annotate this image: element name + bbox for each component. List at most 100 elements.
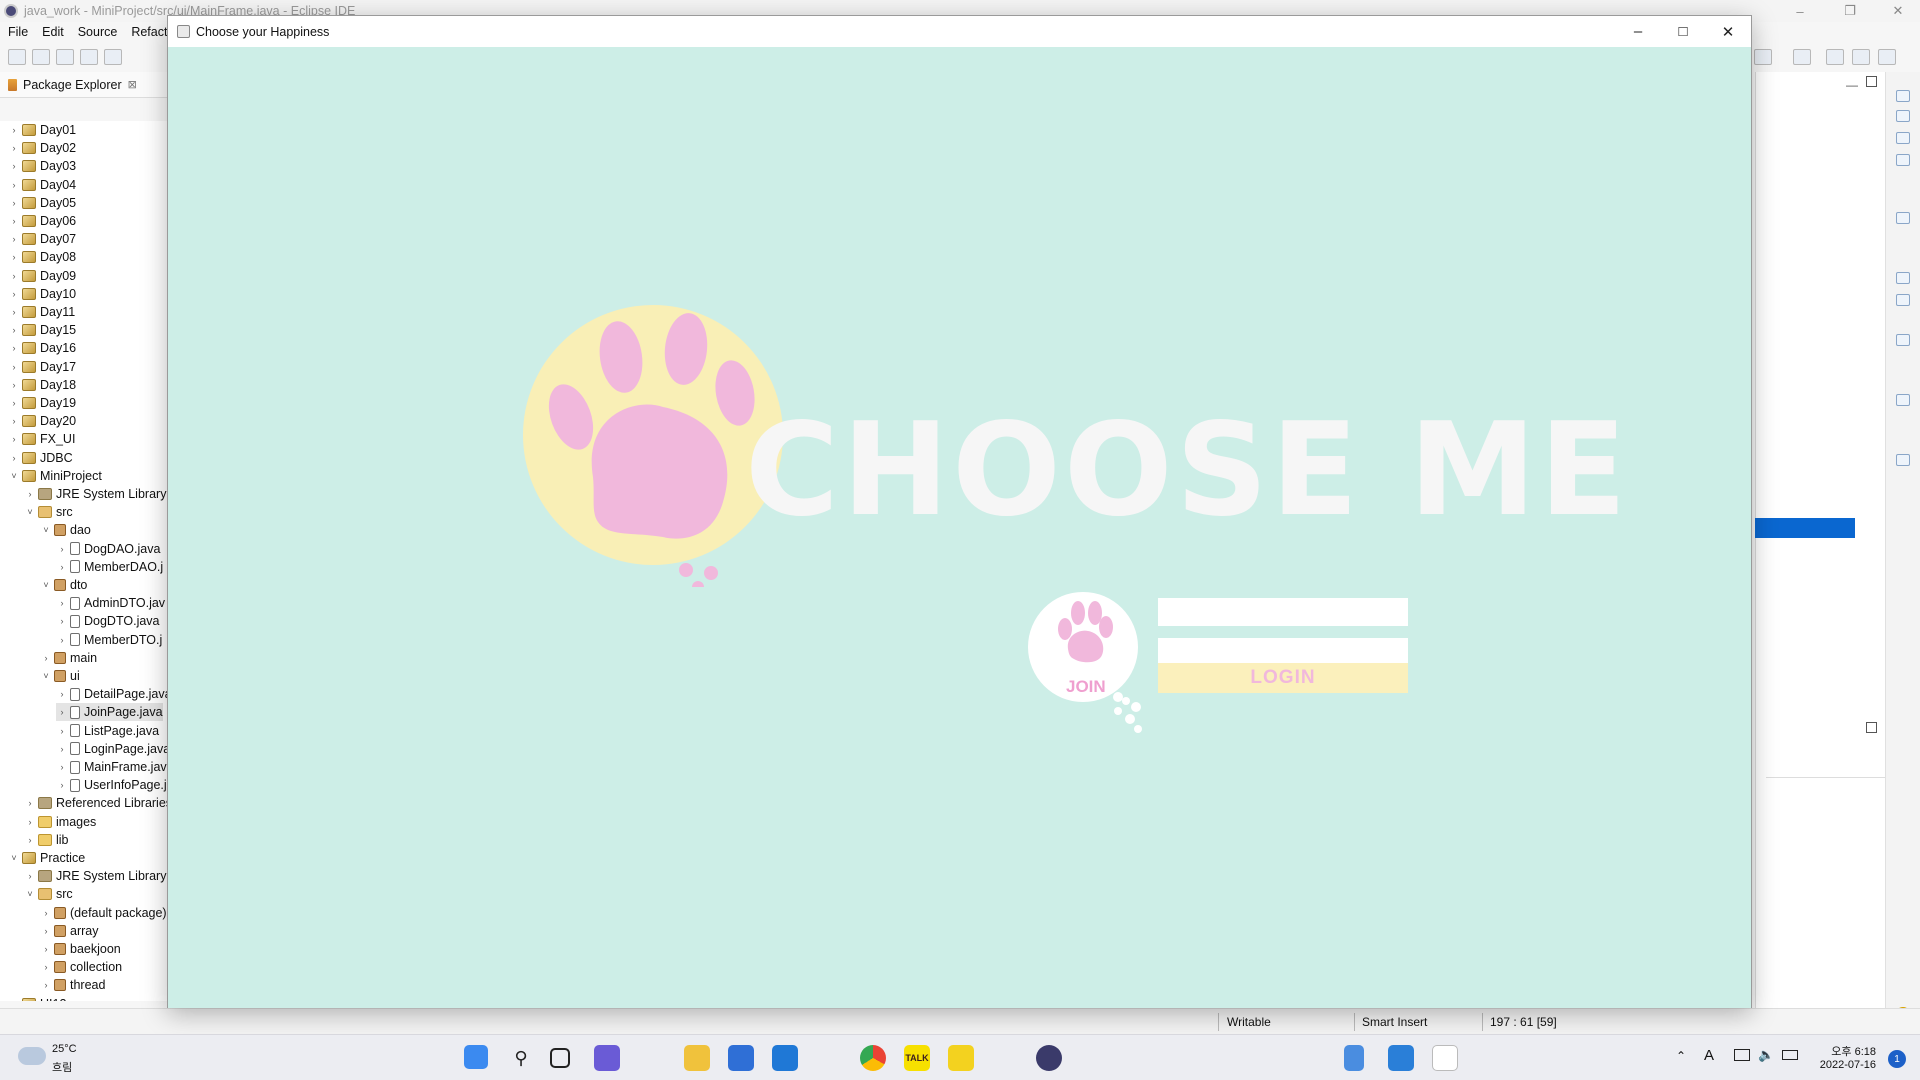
tree-item[interactable]: › Day01: [8, 121, 77, 139]
chevron-right-icon[interactable]: ›: [8, 216, 20, 226]
tree-item[interactable]: › DetailPage.java: [56, 685, 169, 703]
tree-item[interactable]: › JRE System Library [: [24, 485, 169, 503]
chevron-down-icon[interactable]: ˅: [24, 889, 36, 899]
tree-item[interactable]: › Day17: [8, 358, 77, 376]
chevron-right-icon[interactable]: ›: [8, 434, 20, 444]
chevron-right-icon[interactable]: ›: [56, 635, 68, 645]
close-tab-icon[interactable]: ⊠: [128, 78, 137, 91]
tree-item[interactable]: › (default package): [40, 904, 167, 922]
tree-item[interactable]: › Day08: [8, 248, 77, 266]
tree-item[interactable]: › DogDAO.java: [56, 540, 161, 558]
chevron-right-icon[interactable]: ›: [8, 343, 20, 353]
view-icon-8[interactable]: [1896, 334, 1910, 346]
chevron-right-icon[interactable]: ›: [8, 125, 20, 135]
tree-item[interactable]: › ListPage.java: [56, 722, 160, 740]
chevron-right-icon[interactable]: ›: [56, 726, 68, 736]
tree-item[interactable]: › Day11: [8, 303, 76, 321]
view-icon-3[interactable]: [1896, 132, 1910, 144]
network-icon[interactable]: [1734, 1049, 1750, 1061]
tree-item[interactable]: › Day18: [8, 376, 77, 394]
debug-perspective-icon[interactable]: [1852, 49, 1870, 65]
tree-item[interactable]: › Day09: [8, 267, 77, 285]
chevron-right-icon[interactable]: ›: [40, 944, 52, 954]
tree-item[interactable]: › Day03: [8, 157, 77, 175]
chevron-right-icon[interactable]: ›: [24, 817, 36, 827]
tree-item[interactable]: ˅ src: [24, 503, 72, 521]
chevron-right-icon[interactable]: ›: [24, 871, 36, 881]
chevron-right-icon[interactable]: ›: [8, 180, 20, 190]
cloud-weather-icon[interactable]: [18, 1047, 46, 1065]
chevron-down-icon[interactable]: ˅: [8, 471, 20, 481]
eclipse-minimize-icon[interactable]: –: [1780, 0, 1820, 22]
tree-item[interactable]: › AdminDTO.jav: [56, 594, 166, 612]
tree-item[interactable]: › Day04: [8, 176, 77, 194]
notification-badge[interactable]: 1: [1888, 1050, 1906, 1068]
open-perspective-icon[interactable]: [1793, 49, 1811, 65]
taskbar-time[interactable]: 오후 6:18: [1831, 1043, 1876, 1059]
chevron-right-icon[interactable]: ›: [56, 707, 68, 717]
chevron-right-icon[interactable]: ›: [8, 999, 20, 1001]
search-taskbar-icon[interactable]: ⚲: [508, 1045, 534, 1071]
chevron-right-icon[interactable]: ›: [8, 252, 20, 262]
view-icon-2[interactable]: [1896, 110, 1910, 122]
chevron-down-icon[interactable]: ˅: [24, 507, 36, 517]
debug-skip-icon[interactable]: [104, 49, 122, 65]
dialog-maximize-icon[interactable]: □: [1660, 16, 1706, 47]
chevron-right-icon[interactable]: ›: [8, 143, 20, 153]
chevron-right-icon[interactable]: ›: [40, 962, 52, 972]
eclipse-taskbar-icon[interactable]: [1036, 1045, 1062, 1071]
console-icon[interactable]: [80, 49, 98, 65]
new-icon[interactable]: [8, 49, 26, 65]
java-perspective-icon[interactable]: [1826, 49, 1844, 65]
chevron-right-icon[interactable]: ›: [40, 926, 52, 936]
chevron-up-icon[interactable]: ⌃: [1676, 1049, 1686, 1063]
menu-edit[interactable]: Edit: [42, 25, 64, 39]
dialog-close-icon[interactable]: ✕: [1705, 16, 1751, 47]
chevron-right-icon[interactable]: ›: [56, 762, 68, 772]
tree-item[interactable]: ˅ dto: [40, 576, 87, 594]
selected-outline-item[interactable]: [1755, 518, 1855, 538]
sticky-notes-icon[interactable]: [948, 1045, 974, 1071]
maximize-console-icon[interactable]: [1866, 722, 1877, 733]
chevron-right-icon[interactable]: ›: [56, 562, 68, 572]
tree-item[interactable]: › Day15: [8, 321, 77, 339]
battery-icon[interactable]: [1782, 1050, 1798, 1060]
view-icon-6[interactable]: [1896, 272, 1910, 284]
tree-item[interactable]: › collection: [40, 958, 123, 976]
task-view-icon[interactable]: [550, 1048, 570, 1068]
chevron-right-icon[interactable]: ›: [8, 289, 20, 299]
tree-item[interactable]: › MemberDTO.j: [56, 631, 163, 649]
tree-item[interactable]: › UserInfoPage.j: [56, 776, 167, 794]
chevron-right-icon[interactable]: ›: [40, 980, 52, 990]
chevron-right-icon[interactable]: ›: [56, 689, 68, 699]
chevron-right-icon[interactable]: ›: [8, 362, 20, 372]
chevron-right-icon[interactable]: ›: [8, 234, 20, 244]
chevron-right-icon[interactable]: ›: [8, 271, 20, 281]
tree-item[interactable]: › JoinPage.java: [56, 703, 163, 722]
tree-item[interactable]: › JDBC: [8, 449, 73, 467]
tree-item[interactable]: ˅ Practice: [8, 849, 85, 867]
tree-item[interactable]: › FX_UI: [8, 430, 76, 448]
chevron-right-icon[interactable]: ›: [24, 489, 36, 499]
view-icon-1[interactable]: [1896, 90, 1910, 102]
login-button[interactable]: LOGIN: [1158, 663, 1408, 693]
chevron-right-icon[interactable]: ›: [8, 416, 20, 426]
tree-item[interactable]: › JRE System Library [: [24, 867, 169, 885]
chevron-right-icon[interactable]: ›: [56, 544, 68, 554]
file-explorer-icon[interactable]: [684, 1045, 710, 1071]
eclipse-maximize-icon[interactable]: ❐: [1830, 0, 1870, 22]
tree-item[interactable]: ˅ ui: [40, 667, 79, 685]
tree-item[interactable]: › Day06: [8, 212, 77, 230]
tree-item[interactable]: ˅ src: [24, 885, 72, 903]
search-icon[interactable]: [1754, 49, 1772, 65]
tree-item[interactable]: › MemberDAO.j: [56, 558, 164, 576]
tree-item[interactable]: › Day10: [8, 285, 77, 303]
chevron-right-icon[interactable]: ›: [8, 453, 20, 463]
chevron-down-icon[interactable]: ˅: [40, 580, 52, 590]
minimize-view-icon[interactable]: —: [1846, 78, 1858, 92]
tree-item[interactable]: › Day05: [8, 194, 77, 212]
save-all-icon[interactable]: [56, 49, 74, 65]
tree-item[interactable]: › DogDTO.java: [56, 612, 160, 630]
kakaotalk-icon[interactable]: TALK: [904, 1045, 930, 1071]
tree-item[interactable]: › MainFrame.jav: [56, 758, 167, 776]
